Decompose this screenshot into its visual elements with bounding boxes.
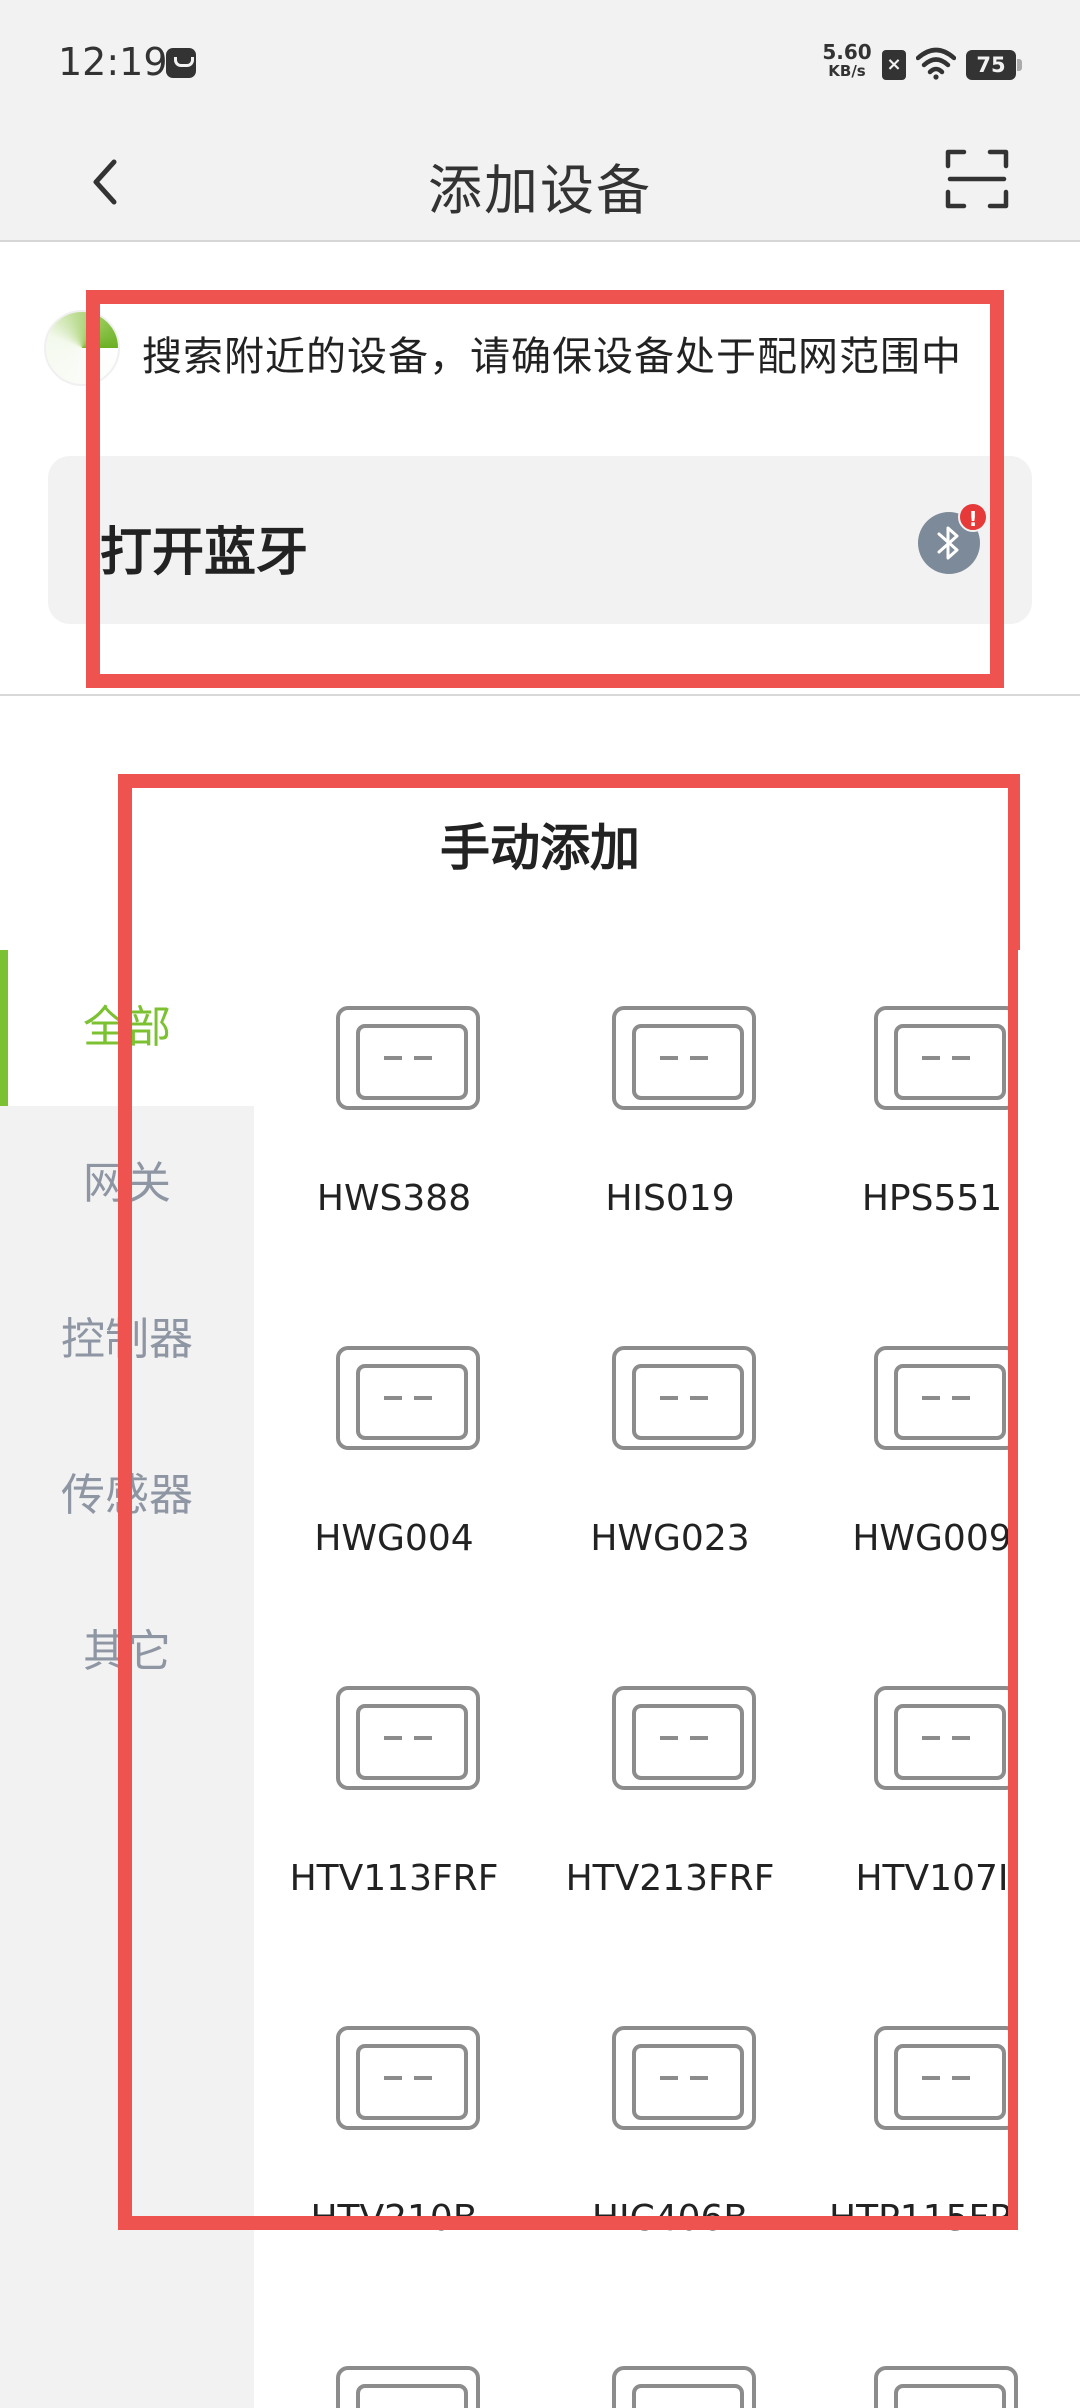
network-speed: 5.60 KB/s: [820, 42, 874, 79]
bluetooth-alert-badge: !: [958, 502, 988, 532]
manual-add-title: 手动添加: [440, 819, 640, 877]
device-module-icon: [874, 1006, 1018, 1110]
network-speed-unit: KB/s: [828, 62, 866, 80]
device-name: HIS019: [605, 1178, 735, 1219]
device-module-icon: [612, 1006, 756, 1110]
device-module-icon: [874, 2026, 1018, 2130]
app-header: 添加设备: [0, 124, 1080, 242]
device-name: HWG004: [314, 1518, 474, 1559]
device-card[interactable]: [530, 2310, 810, 2408]
device-module-icon: [874, 2366, 1018, 2408]
device-name: HTV113FRF: [289, 1858, 499, 1899]
device-card[interactable]: HTV113FRF: [254, 1630, 534, 1970]
device-module-icon: [336, 2026, 480, 2130]
device-card[interactable]: HIC406B: [530, 1970, 810, 2310]
device-module-icon: [336, 1006, 480, 1110]
device-module-icon: [336, 1346, 480, 1450]
wifi-icon: [916, 47, 956, 80]
status-time: 12:19: [58, 40, 168, 84]
sim-icon: ×: [882, 50, 906, 80]
scan-icon[interactable]: [944, 146, 1010, 212]
device-name: HWS388: [316, 1178, 472, 1219]
status-bar: 12:19 5.60 KB/s × 75: [0, 0, 1080, 124]
network-speed-value: 5.60: [822, 40, 872, 64]
category-sidebar: 全部 网关 控制器 传感器 其它: [0, 950, 254, 2408]
device-name: HTV210B: [310, 2198, 478, 2239]
device-module-icon: [612, 1346, 756, 1450]
category-controller[interactable]: 控制器: [0, 1262, 254, 1418]
open-bluetooth-button[interactable]: 打开蓝牙 !: [48, 456, 1032, 624]
grid-clip-mask: [1018, 950, 1080, 2230]
page-title: 添加设备: [428, 159, 652, 222]
open-bluetooth-label: 打开蓝牙: [100, 523, 309, 583]
device-module-icon: [612, 1686, 756, 1790]
device-module-icon: [612, 2366, 756, 2408]
device-card[interactable]: HWG023: [530, 1290, 810, 1630]
device-card[interactable]: HTV213FRF: [530, 1630, 810, 1970]
device-card[interactable]: [792, 2310, 1080, 2408]
radar-scan-icon: [44, 310, 120, 386]
category-all[interactable]: 全部: [0, 950, 254, 1106]
device-card[interactable]: HTV210B: [254, 1970, 534, 2310]
device-card[interactable]: HWG004: [254, 1290, 534, 1630]
device-module-icon: [336, 1686, 480, 1790]
scan-hint-text: 搜索附近的设备，请确保设备处于配网范围中: [142, 334, 962, 380]
device-card[interactable]: [254, 2310, 534, 2408]
device-module-icon: [874, 1686, 1018, 1790]
device-name: HTV213FRF: [565, 1858, 775, 1899]
section-divider: [0, 694, 1080, 696]
category-gateway[interactable]: 网关: [0, 1106, 254, 1262]
notification-icon: [166, 48, 196, 78]
device-module-icon: [874, 1346, 1018, 1450]
battery-indicator: 75: [966, 50, 1022, 80]
device-name: HWG023: [590, 1518, 750, 1559]
device-module-icon: [612, 2026, 756, 2130]
device-name: HIC406B: [591, 2198, 749, 2239]
device-card[interactable]: HWS388: [254, 950, 534, 1290]
category-other[interactable]: 其它: [0, 1574, 254, 1730]
device-card[interactable]: HIS019: [530, 950, 810, 1290]
device-module-icon: [336, 2366, 480, 2408]
category-sensor[interactable]: 传感器: [0, 1418, 254, 1574]
add-device-screen: 12:19 5.60 KB/s × 75 添加设备 搜索附近的设备，请确保设备处…: [0, 0, 1080, 2408]
